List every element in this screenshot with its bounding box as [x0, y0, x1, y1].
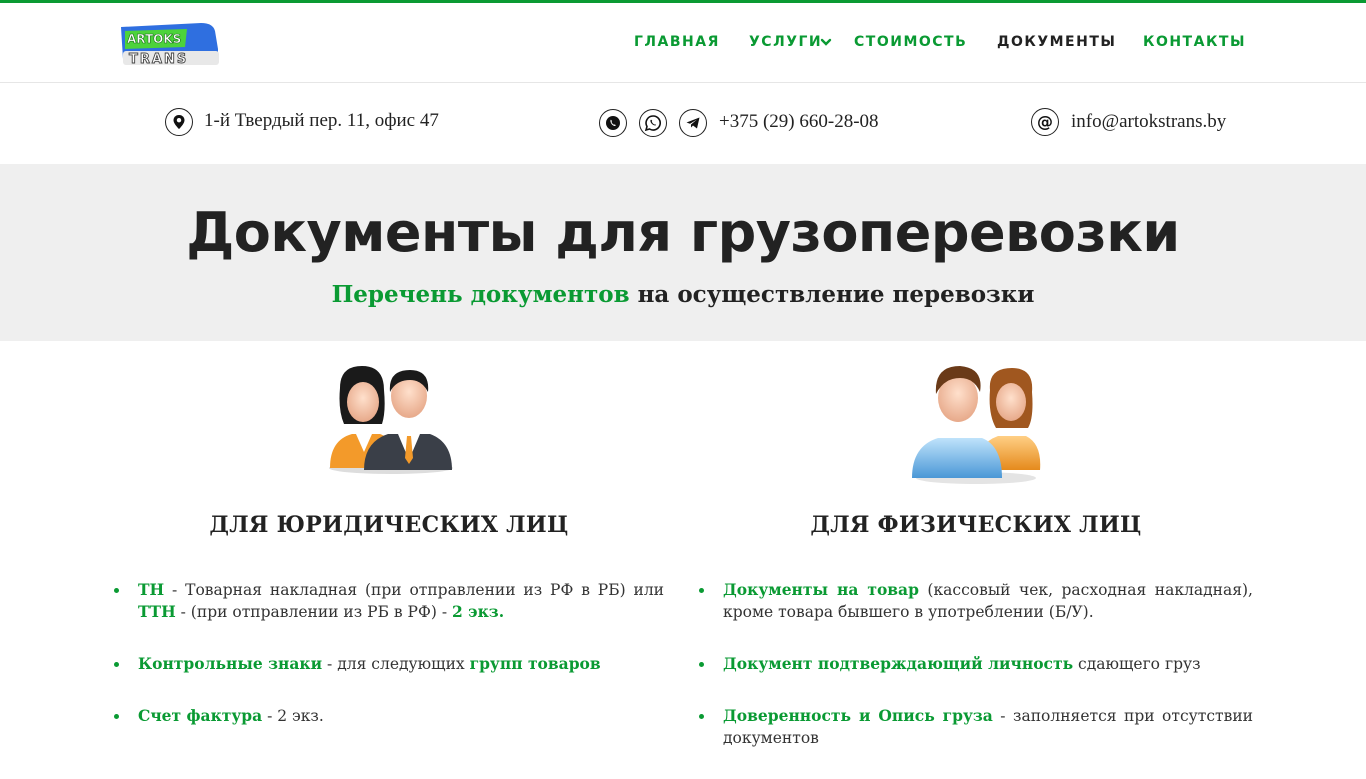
doc-link-power-of-attorney[interactable]: Доверенность и Опись груза	[723, 706, 993, 725]
doc-link-identity-document[interactable]: Документ подтверждающий личность	[723, 654, 1073, 673]
chevron-down-icon[interactable]	[820, 36, 832, 48]
hero-banner: Документы для грузоперевозки Перечень до…	[0, 164, 1366, 341]
page-subtitle: Перечень документов на осуществление пер…	[0, 281, 1366, 308]
doc-link-invoice[interactable]: Счет фактура	[138, 706, 262, 725]
doc-link-product-groups[interactable]: групп товаров	[470, 654, 601, 673]
list-item: Документы на товар (кассовый чек, расход…	[699, 579, 1253, 623]
email-at-icon: @	[1031, 108, 1059, 136]
subtitle-rest: на осуществление перевозки	[629, 281, 1035, 308]
nav-item-contacts[interactable]: КОНТАКТЫ	[1143, 34, 1246, 50]
telegram-icon[interactable]	[679, 109, 707, 137]
legal-documents-list: ТН - Товарная накладная (при отправлении…	[114, 579, 664, 757]
list-item-text: сдающего груз	[1073, 655, 1201, 673]
individuals-people-icon	[912, 366, 1041, 484]
doc-link-control-marks[interactable]: Контрольные знаки	[138, 654, 322, 673]
site-header: ARTOKS TRANS ГЛАВНАЯ УСЛУГИ СТОИМОСТЬ ДО…	[0, 3, 1366, 83]
nav-item-pricing[interactable]: СТОИМОСТЬ	[854, 34, 967, 50]
subtitle-highlight: Перечень документов	[331, 281, 630, 308]
list-item: Контрольные знаки - для следующих групп …	[114, 653, 664, 675]
email-text[interactable]: info@artokstrans.by	[1071, 111, 1226, 133]
doc-link-ttn[interactable]: ТТН	[138, 602, 176, 621]
list-item-text: - (при отправлении из РБ в РФ) -	[175, 603, 452, 621]
whatsapp-icon[interactable]	[639, 109, 667, 137]
viber-icon[interactable]	[599, 109, 627, 137]
copies-count: 2 экз.	[451, 602, 505, 621]
list-item: ТН - Товарная накладная (при отправлении…	[114, 579, 664, 623]
list-item-text: - Товарная накладная (при отправлении из…	[164, 581, 664, 599]
location-pin-icon	[165, 108, 193, 136]
list-item: Доверенность и Опись груза - заполняется…	[699, 705, 1253, 749]
nav-item-documents[interactable]: ДОКУМЕНТЫ	[997, 34, 1116, 50]
business-people-icon	[329, 366, 453, 474]
individuals-title: ДЛЯ ФИЗИЧЕСКИХ ЛИЦ	[810, 512, 1142, 538]
list-item-text: - для следующих	[322, 655, 470, 673]
page-title: Документы для грузоперевозки	[186, 201, 1180, 264]
list-item-text: - 2 экз.	[262, 707, 324, 725]
list-item: Документ подтверждающий личность сдающег…	[699, 653, 1253, 675]
legal-entities-title: ДЛЯ ЮРИДИЧЕСКИХ ЛИЦ	[209, 512, 569, 538]
nav-item-home[interactable]: ГЛАВНАЯ	[634, 34, 720, 50]
phone-text[interactable]: +375 (29) 660-28-08	[719, 111, 879, 133]
list-item: Счет фактура - 2 экз.	[114, 705, 664, 727]
address-text: 1-й Твердый пер. 11, офис 47	[204, 110, 439, 131]
individual-documents-list: Документы на товар (кассовый чек, расход…	[699, 579, 1253, 779]
nav-item-services[interactable]: УСЛУГИ	[749, 34, 822, 50]
contact-bar: 1-й Твердый пер. 11, офис 47 +375 (29) 6…	[0, 83, 1366, 164]
doc-link-goods-documents[interactable]: Документы на товар	[723, 580, 919, 599]
doc-link-tn[interactable]: ТН	[138, 580, 164, 599]
main-nav: ГЛАВНАЯ УСЛУГИ СТОИМОСТЬ ДОКУМЕНТЫ КОНТА…	[0, 3, 1366, 82]
